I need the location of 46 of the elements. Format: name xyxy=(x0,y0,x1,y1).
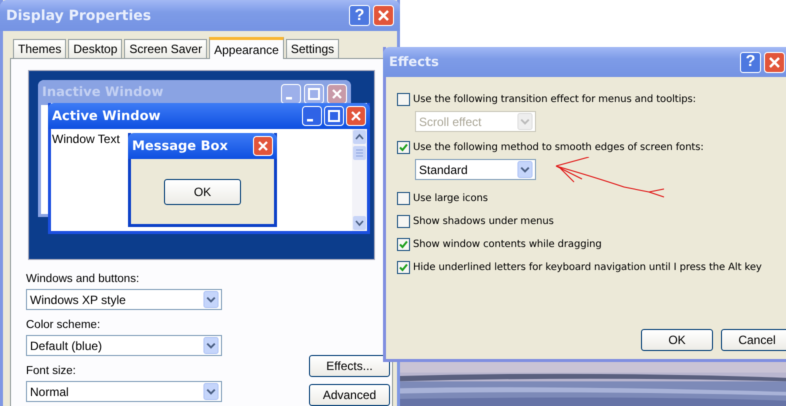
help-button[interactable]: ? xyxy=(740,52,761,72)
close-icon xyxy=(327,84,347,104)
checkbox[interactable] xyxy=(397,238,410,251)
action-button[interactable]: Effects... xyxy=(309,355,390,377)
field-label: Font size: xyxy=(26,365,77,377)
tab[interactable]: Desktop xyxy=(68,39,122,58)
help-button[interactable]: ? xyxy=(349,5,370,26)
dropdown[interactable]: Standard xyxy=(415,159,536,180)
close-icon xyxy=(253,136,273,156)
dropdown[interactable]: Default (blue) xyxy=(26,335,222,356)
checkbox[interactable] xyxy=(397,93,410,106)
minimize-icon xyxy=(281,84,301,104)
dialog-button[interactable]: Cancel xyxy=(721,329,786,351)
close-icon[interactable] xyxy=(373,5,394,26)
checkbox[interactable] xyxy=(397,215,410,228)
action-button[interactable]: Advanced xyxy=(309,384,390,406)
checkbox[interactable] xyxy=(397,261,410,274)
window-title: Display Properties xyxy=(6,8,152,24)
window-title: Message Box xyxy=(132,138,229,154)
tab[interactable]: Settings xyxy=(286,39,340,58)
checkbox-label: Use the following method to smooth edges of screen fonts: xyxy=(413,142,704,153)
checkbox-label: Hide underlined letters for keyboard navigation until I press the Alt key xyxy=(413,262,762,273)
tab[interactable]: Screen Saver xyxy=(124,39,208,58)
window-title: Active Window xyxy=(52,108,162,124)
ok-button[interactable]: OK xyxy=(164,178,241,204)
checkbox-label: Use large icons xyxy=(413,193,488,204)
dropdown[interactable]: Normal xyxy=(26,381,222,402)
window-text: Window Text xyxy=(51,131,120,148)
maximize-icon xyxy=(324,106,344,126)
checkbox-label: Show shadows under menus xyxy=(413,216,554,227)
checkbox-label: Use the following transition effect for menus and tooltips: xyxy=(413,94,696,105)
field-label: Windows and buttons: xyxy=(26,273,140,285)
checkbox-label: Show window contents while dragging xyxy=(413,239,602,250)
checkbox[interactable] xyxy=(397,141,410,154)
checkbox[interactable] xyxy=(397,192,410,205)
window-title: Inactive Window xyxy=(42,85,164,100)
dialog-button[interactable]: OK xyxy=(641,329,713,351)
tab[interactable]: Appearance xyxy=(209,37,284,59)
close-icon xyxy=(346,106,366,126)
tab[interactable]: Themes xyxy=(13,39,66,58)
dropdown[interactable]: Windows XP style xyxy=(26,289,222,310)
window-title: Effects xyxy=(389,54,440,70)
minimize-icon xyxy=(302,106,322,126)
field-label: Color scheme: xyxy=(26,319,102,331)
close-icon[interactable] xyxy=(764,52,785,72)
maximize-icon xyxy=(304,84,324,104)
